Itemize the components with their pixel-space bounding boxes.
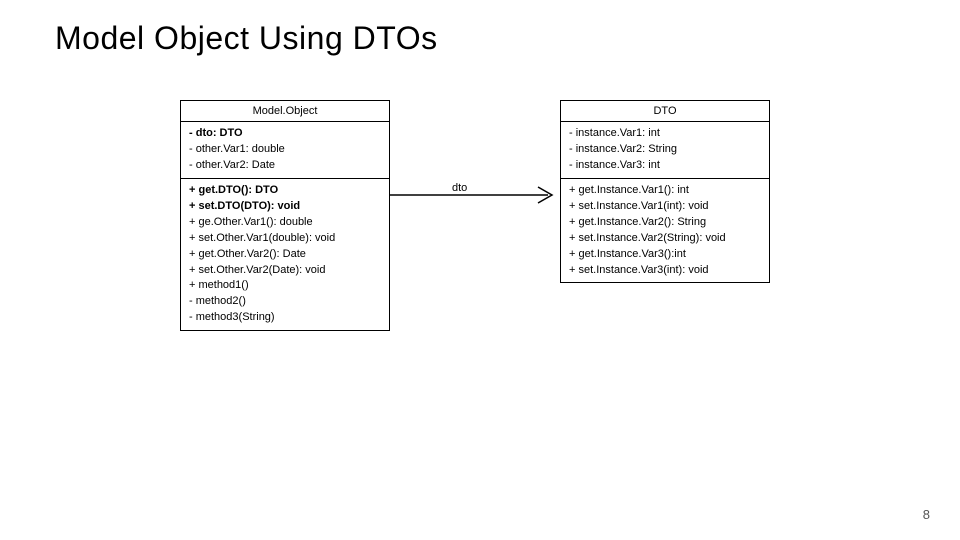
uml-class-name: DTO	[561, 101, 769, 122]
uml-member: - instance.Var2: String	[569, 142, 761, 158]
uml-member: + get.Other.Var2(): Date	[189, 247, 381, 263]
uml-member: + get.Instance.Var1(): int	[569, 183, 761, 199]
uml-member: - method2()	[189, 294, 381, 310]
association-label: dto	[450, 182, 469, 194]
page-number: 8	[923, 507, 930, 522]
uml-diagram: Model.Object - dto: DTO- other.Var1: dou…	[180, 100, 820, 420]
uml-member: + ge.Other.Var1(): double	[189, 215, 381, 231]
uml-member: + get.Instance.Var3():int	[569, 247, 761, 263]
uml-member: + get.Instance.Var2(): String	[569, 215, 761, 231]
uml-attributes: - dto: DTO- other.Var1: double- other.Va…	[181, 122, 389, 179]
slide: Model Object Using DTOs Model.Object - d…	[0, 0, 960, 540]
uml-attributes: - instance.Var1: int- instance.Var2: Str…	[561, 122, 769, 179]
uml-member: + get.DTO(): DTO	[189, 183, 381, 199]
uml-member: + set.Instance.Var2(String): void	[569, 231, 761, 247]
uml-member: + method1()	[189, 278, 381, 294]
uml-class-name: Model.Object	[181, 101, 389, 122]
uml-member: + set.DTO(DTO): void	[189, 199, 381, 215]
uml-class-modelobject: Model.Object - dto: DTO- other.Var1: dou…	[180, 100, 390, 331]
uml-class-dto: DTO - instance.Var1: int- instance.Var2:…	[560, 100, 770, 283]
uml-member: + set.Other.Var2(Date): void	[189, 263, 381, 279]
uml-member: - instance.Var1: int	[569, 126, 761, 142]
uml-operations: + get.Instance.Var1(): int+ set.Instance…	[561, 179, 769, 283]
uml-member: - method3(String)	[189, 310, 381, 326]
uml-member: + set.Instance.Var3(int): void	[569, 263, 761, 279]
uml-member: + set.Other.Var1(double): void	[189, 231, 381, 247]
association-arrow-icon	[390, 180, 560, 210]
uml-member: - instance.Var3: int	[569, 158, 761, 174]
uml-member: - other.Var1: double	[189, 142, 381, 158]
uml-operations: + get.DTO(): DTO+ set.DTO(DTO): void+ ge…	[181, 179, 389, 330]
uml-member: - other.Var2: Date	[189, 158, 381, 174]
slide-title: Model Object Using DTOs	[55, 20, 438, 57]
uml-member: - dto: DTO	[189, 126, 381, 142]
uml-member: + set.Instance.Var1(int): void	[569, 199, 761, 215]
